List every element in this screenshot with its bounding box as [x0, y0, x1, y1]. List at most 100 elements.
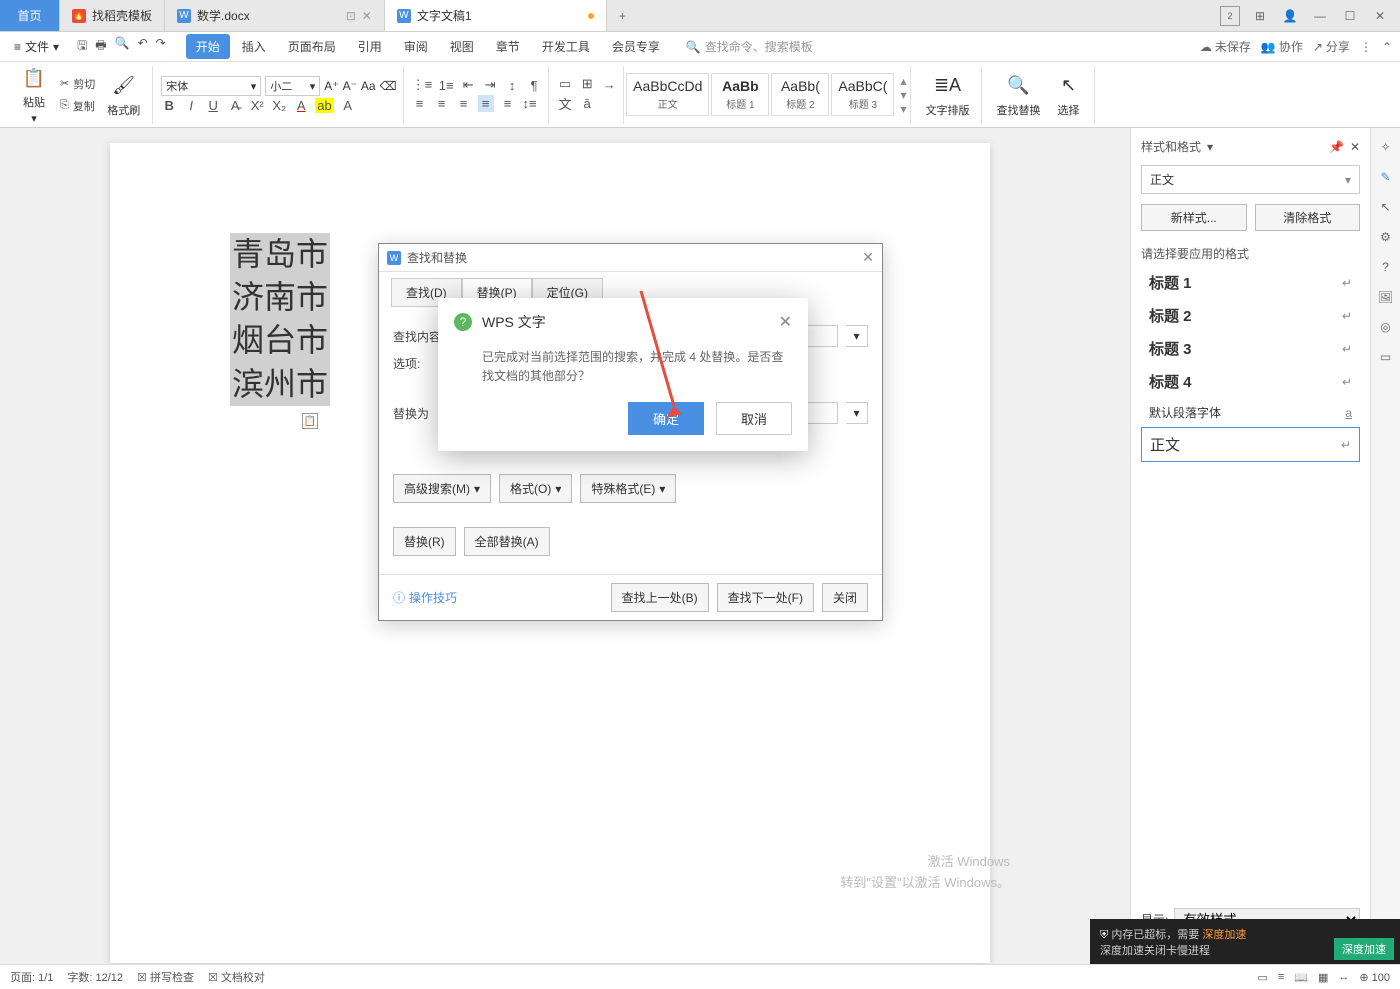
redo-icon[interactable]: ↷	[156, 36, 166, 57]
replace-button[interactable]: 替换(R)	[393, 527, 456, 556]
text-dir-icon[interactable]: 文	[557, 94, 573, 113]
align-right-icon[interactable]: ≡	[456, 96, 472, 111]
style-prev-icon[interactable]: ▴	[900, 74, 906, 88]
marks-icon[interactable]: ¶	[526, 78, 542, 93]
panel-close-icon[interactable]: ✕	[1350, 140, 1360, 154]
tab-templates[interactable]: 🔥找稻壳模板	[60, 0, 165, 31]
page-indicator[interactable]: 页面: 1/1	[10, 969, 53, 985]
style-row-h3[interactable]: 标题 3↵	[1141, 332, 1360, 365]
cancel-button[interactable]: 取消	[716, 402, 792, 435]
style-row-body[interactable]: 正文↵	[1141, 427, 1360, 462]
special-button[interactable]: 特殊格式(E) ▾	[580, 474, 676, 503]
style-item-h2[interactable]: AaBb(标题 2	[771, 73, 829, 116]
grid-icon[interactable]: ⊞	[1250, 6, 1270, 26]
ribbon-tab-member[interactable]: 会员专享	[602, 34, 670, 59]
new-style-button[interactable]: 新样式...	[1141, 204, 1247, 231]
more-icon[interactable]: ⋮	[1360, 40, 1372, 54]
view-outline-icon[interactable]: 📖	[1294, 971, 1308, 984]
unsaved-indicator[interactable]: ☁ 未保存	[1200, 38, 1251, 55]
style-row-h1[interactable]: 标题 1↵	[1141, 266, 1360, 299]
copy-button[interactable]: ⎘ 复制	[56, 96, 99, 116]
bullets-icon[interactable]: ⋮≡	[412, 77, 433, 93]
pencil-icon[interactable]: ✎	[1377, 168, 1395, 186]
replace-all-button[interactable]: 全部替换(A)	[464, 527, 550, 556]
tab-close-icon[interactable]: ✕	[362, 9, 372, 23]
sparkle-icon[interactable]: ✧	[1377, 138, 1395, 156]
tab-doc-math[interactable]: W数学.docx⊡✕	[165, 0, 385, 31]
case-icon[interactable]: Aa	[361, 79, 376, 93]
paste-options-icon[interactable]: 📋	[302, 413, 318, 429]
text-layout-button[interactable]: ≣A文字排版	[919, 72, 975, 118]
style-item-body[interactable]: AaBbCcDd正文	[626, 73, 709, 116]
dialog-close-button[interactable]: ✕	[862, 249, 874, 266]
tab-home[interactable]: 首页	[0, 0, 60, 31]
align-left-icon[interactable]: ≡	[412, 96, 428, 111]
file-menu[interactable]: ≡ 文件 ▾	[8, 36, 65, 57]
maximize-button[interactable]: ☐	[1340, 6, 1360, 26]
tips-link[interactable]: ⓘ 操作技巧	[393, 589, 457, 606]
font-name-select[interactable]: 宋体▾	[161, 76, 261, 96]
ribbon-tab-references[interactable]: 引用	[348, 34, 392, 59]
style-row-h4[interactable]: 标题 4↵	[1141, 365, 1360, 398]
advanced-search-button[interactable]: 高级搜索(M) ▾	[393, 474, 491, 503]
collapse-ribbon-icon[interactable]: ⌃	[1382, 40, 1392, 54]
style-row-h2[interactable]: 标题 2↵	[1141, 299, 1360, 332]
ribbon-tab-dev[interactable]: 开发工具	[532, 34, 600, 59]
close-button[interactable]: ✕	[1370, 6, 1390, 26]
ribbon-tab-insert[interactable]: 插入	[232, 34, 276, 59]
style-next-icon[interactable]: ▾	[900, 88, 906, 102]
format-painter-button[interactable]: 🖌格式刷	[101, 72, 146, 118]
align-justify-icon[interactable]: ≡	[478, 95, 494, 112]
format-button[interactable]: 格式(O) ▾	[499, 474, 572, 503]
find-next-button[interactable]: 查找下一处(F)	[717, 583, 814, 612]
select-button[interactable]: ↖选择	[1048, 72, 1088, 118]
font-color-icon[interactable]: A	[293, 98, 309, 113]
bold-icon[interactable]: B	[161, 98, 177, 113]
underline-icon[interactable]: U	[205, 98, 221, 113]
italic-icon[interactable]: I	[183, 98, 199, 113]
indent-icon[interactable]: ⇥	[482, 77, 498, 93]
decrease-font-icon[interactable]: A⁻	[343, 79, 357, 93]
current-style-select[interactable]: 正文▾	[1141, 165, 1360, 194]
word-count[interactable]: 字数: 12/12	[67, 969, 123, 985]
help-icon[interactable]: ?	[1377, 258, 1395, 276]
sort-icon[interactable]: ↕	[504, 78, 520, 93]
view-print-icon[interactable]: ▭	[1257, 971, 1267, 984]
view-web-icon[interactable]: ▦	[1318, 971, 1328, 984]
accelerate-button[interactable]: 深度加速	[1334, 938, 1394, 960]
paste-button[interactable]: 📋粘贴 ▾	[14, 64, 54, 125]
command-search[interactable]: 🔍 查找命令、搜索模板	[686, 38, 813, 55]
fit-icon[interactable]: ↔	[1338, 971, 1349, 983]
find-replace-button[interactable]: 🔍查找替换	[990, 72, 1046, 118]
style-row-default-font[interactable]: 默认段落字体a	[1141, 398, 1360, 427]
badge-icon[interactable]: 2	[1220, 6, 1240, 26]
style-more-icon[interactable]: ▾	[900, 102, 906, 116]
close-button[interactable]: 关闭	[822, 583, 868, 612]
strike-icon[interactable]: A̵	[227, 98, 243, 113]
ribbon-tab-review[interactable]: 审阅	[394, 34, 438, 59]
distributed-icon[interactable]: ≡	[500, 96, 516, 111]
cursor-icon[interactable]: ↖	[1377, 198, 1395, 216]
tab-doc-current[interactable]: W文字文稿1	[385, 0, 607, 31]
ribbon-tab-start[interactable]: 开始	[186, 34, 230, 59]
zoom-level[interactable]: ⊕ 100	[1359, 971, 1390, 984]
gallery-icon[interactable]: 🖼	[1377, 288, 1395, 306]
style-item-h3[interactable]: AaBbC(标题 3	[831, 73, 894, 116]
subscript-icon[interactable]: X₂	[271, 98, 287, 113]
settings-icon[interactable]: ⚙	[1377, 228, 1395, 246]
ribbon-tab-view[interactable]: 视图	[440, 34, 484, 59]
target-icon[interactable]: ◎	[1377, 318, 1395, 336]
clear-format-button[interactable]: 清除格式	[1255, 204, 1361, 231]
message-close-button[interactable]: ✕	[779, 312, 792, 332]
align-center-icon[interactable]: ≡	[434, 96, 450, 111]
phonetic-icon[interactable]: ā	[579, 96, 595, 111]
outdent-icon[interactable]: ⇤	[460, 77, 476, 93]
replace-dropdown[interactable]: ▾	[846, 402, 868, 424]
preview-icon[interactable]: 🔍	[115, 36, 130, 57]
coop-button[interactable]: 👥 协作	[1261, 38, 1303, 55]
find-prev-button[interactable]: 查找上一处(B)	[611, 583, 709, 612]
share-button[interactable]: ↗ 分享	[1313, 38, 1350, 55]
shading-icon[interactable]: ▭	[557, 76, 573, 92]
cut-button[interactable]: ✂ 剪切	[56, 74, 99, 94]
increase-font-icon[interactable]: A⁺	[324, 79, 338, 93]
